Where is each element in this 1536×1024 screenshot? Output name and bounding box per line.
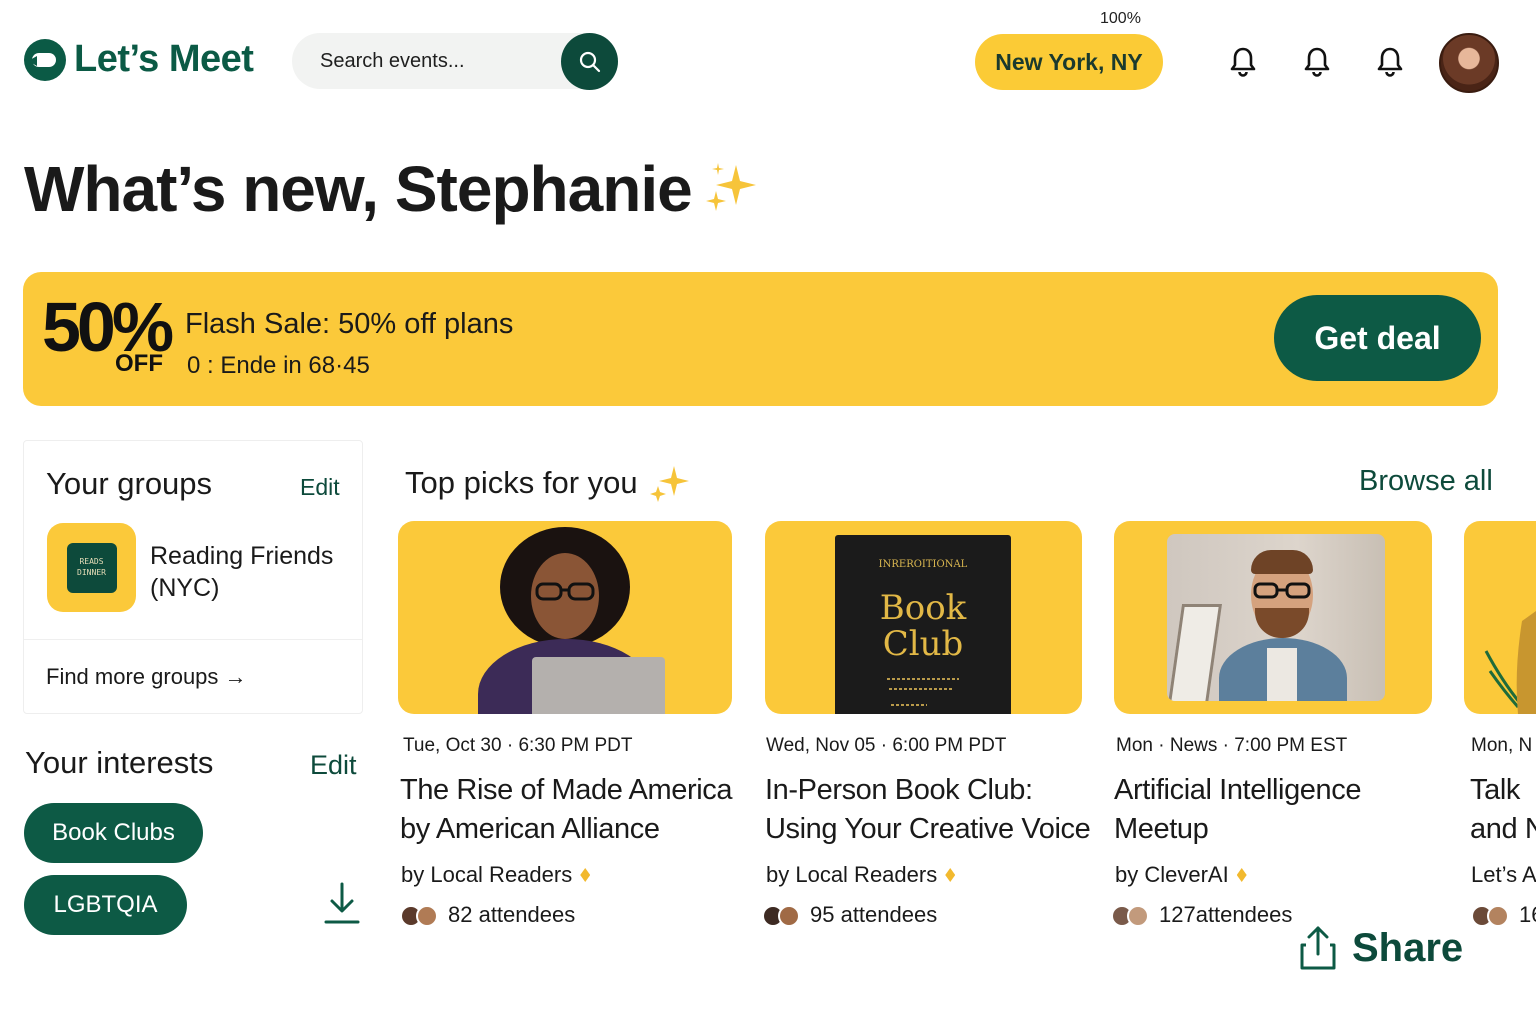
event-title[interactable]: Meetup — [1114, 810, 1209, 849]
event-host: by Local Readers — [401, 862, 591, 888]
glasses-icon — [535, 582, 595, 601]
event-meta: Mon · News · 7:00 PM EST — [1116, 735, 1348, 756]
illustration — [1484, 611, 1536, 714]
find-more-groups-link[interactable]: Find more groups → — [46, 664, 247, 690]
event-meta: Mon, N — [1471, 735, 1533, 756]
event-attendees: 16 — [1471, 902, 1536, 928]
browse-all-link[interactable]: Browse all — [1359, 465, 1493, 498]
event-image[interactable] — [1464, 521, 1536, 714]
event-host: by CleverAI — [1115, 862, 1247, 888]
share-button[interactable]: Share — [1298, 925, 1463, 971]
search-bar — [292, 33, 618, 90]
interest-chip[interactable]: Book Clubs — [24, 803, 203, 863]
bell-icon[interactable] — [1375, 45, 1405, 79]
attendee-count: 127attendees — [1159, 902, 1293, 927]
top-picks-title: Top picks for you — [405, 465, 638, 500]
search-button[interactable] — [561, 33, 618, 90]
book-subtitle: INREROITIONAL — [878, 559, 968, 570]
download-icon[interactable] — [322, 880, 362, 926]
event-title[interactable]: Artificial Intelligence — [1114, 771, 1361, 810]
interest-chip[interactable]: LGBTQIA — [24, 875, 187, 935]
diamond-icon — [1236, 868, 1247, 882]
promo-title: Flash Sale: 50% off plans — [185, 308, 514, 340]
attendee-count: 16 — [1519, 902, 1536, 927]
search-input[interactable] — [320, 33, 560, 89]
group-thumbnail-label: READS DINNER — [66, 542, 117, 593]
groups-edit-link[interactable]: Edit — [300, 474, 340, 501]
interests-edit-link[interactable]: Edit — [310, 750, 357, 781]
event-host-name: by Local Readers — [766, 862, 938, 887]
group-thumbnail[interactable]: READS DINNER — [47, 523, 136, 612]
event-title[interactable]: and N — [1470, 810, 1536, 849]
event-host: Let’s A — [1471, 862, 1536, 888]
attendee-count: 82 attendees — [448, 902, 576, 927]
event-image[interactable]: INREROITIONAL Book Club — [765, 521, 1082, 714]
group-name[interactable]: Reading Friends (NYC) — [150, 540, 350, 604]
event-title[interactable]: The Rise of Made America — [400, 771, 733, 810]
event-host: by Local Readers — [766, 862, 956, 888]
location-button[interactable]: New York, NY — [975, 34, 1163, 90]
sparkles-icon — [705, 163, 756, 211]
book-title: Club — [882, 624, 964, 664]
event-meta: Wed, Nov 05 · 6:00 PM PDT — [766, 735, 1007, 756]
laptop — [532, 657, 665, 714]
bell-icon[interactable] — [1228, 45, 1258, 79]
event-host-name: Let’s A — [1471, 862, 1536, 887]
logo-text: Let’s Meet — [74, 38, 254, 80]
diamond-icon — [580, 868, 591, 882]
bell-icon[interactable] — [1302, 45, 1332, 79]
interests-title: Your interests — [25, 745, 214, 780]
share-label: Share — [1352, 925, 1464, 970]
logo-icon — [24, 38, 66, 81]
event-title[interactable]: Talk — [1470, 771, 1520, 810]
event-host-name: by CleverAI — [1115, 862, 1229, 887]
event-title[interactable]: In-Person Book Club: — [765, 771, 1033, 810]
attendee-avatars — [762, 903, 804, 927]
event-title[interactable]: by American Alliance — [400, 810, 660, 849]
greeting: What’s new, Stephanie — [24, 152, 758, 226]
attendee-avatars — [400, 903, 442, 927]
book-title: Book — [879, 588, 967, 628]
attendee-count: 95 attendees — [810, 902, 938, 927]
groups-title: Your groups — [46, 466, 213, 501]
event-attendees: 82 attendees — [400, 902, 575, 928]
event-title[interactable]: Using Your Creative Voice — [765, 810, 1091, 849]
logo[interactable]: Let’s Meet — [24, 38, 254, 81]
top-picks-heading: Top picks for you — [405, 462, 690, 504]
diamond-icon — [945, 868, 956, 882]
attendee-avatars — [1471, 903, 1513, 927]
user-avatar[interactable] — [1439, 33, 1499, 93]
event-attendees: 95 attendees — [762, 902, 937, 928]
search-icon — [579, 51, 600, 72]
book-fine-print — [887, 678, 959, 706]
promo-off-label: OFF — [115, 350, 163, 377]
zoom-level: 100% — [1100, 10, 1141, 27]
get-deal-button[interactable]: Get deal — [1274, 295, 1481, 381]
book: INREROITIONAL Book Club — [835, 535, 1011, 714]
attendee-avatars — [1111, 903, 1153, 927]
event-image[interactable] — [1114, 521, 1432, 714]
event-host-name: by Local Readers — [401, 862, 573, 887]
promo-timer: 0 : Ende in 68·45 — [187, 352, 370, 379]
event-meta: Tue, Oct 30 · 6:30 PM PDT — [403, 735, 633, 756]
page-title: What’s new, Stephanie — [24, 153, 693, 225]
event-image[interactable] — [398, 521, 732, 714]
share-icon — [1300, 926, 1336, 970]
divider — [24, 639, 362, 640]
sparkles-icon — [649, 466, 689, 502]
event-attendees: 127attendees — [1111, 902, 1292, 928]
photo — [1167, 534, 1385, 701]
